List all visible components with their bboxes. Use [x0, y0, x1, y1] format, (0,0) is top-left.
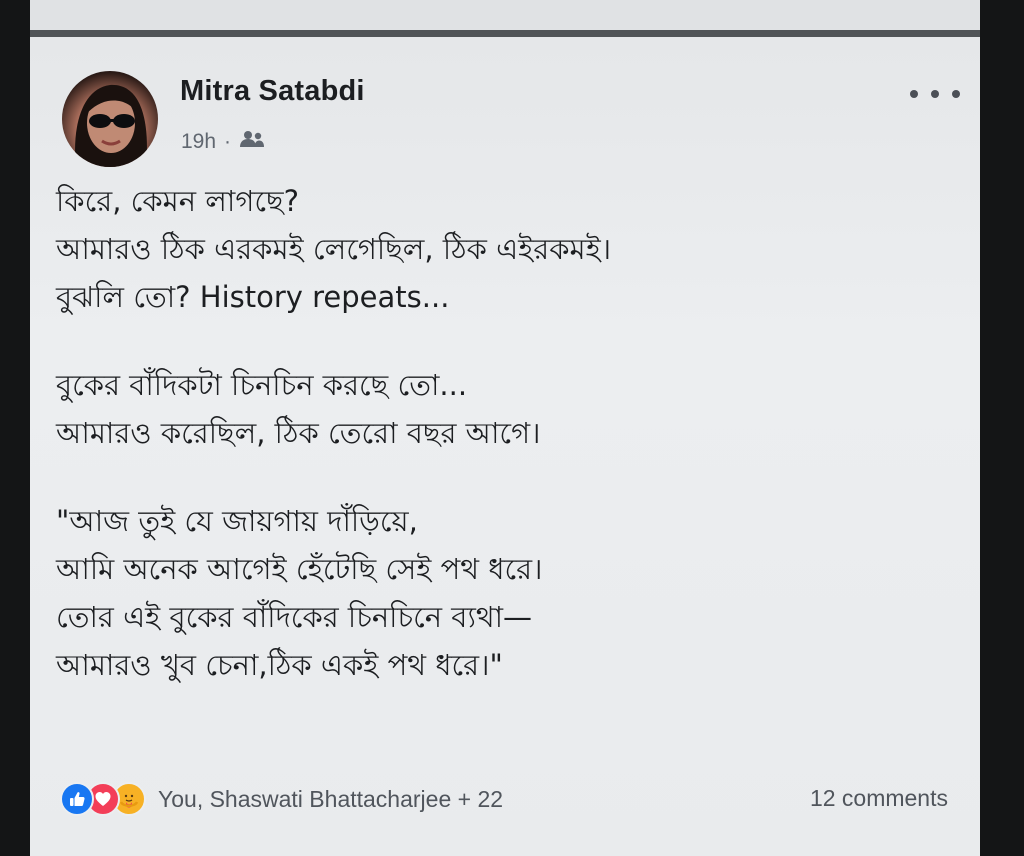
feed-post: Mitra Satabdi 19h · কিরে, কেমন লাগছে? আম…: [30, 37, 980, 856]
post-text-line: আমারও ঠিক এরকমই লেগেছিল, ঠিক এইরকমই।: [56, 232, 612, 266]
more-horizontal-icon: [910, 90, 918, 98]
previous-post-edge: [30, 0, 980, 30]
post-text-line: বুঝলি তো? History repeats...: [56, 280, 450, 314]
post-text-line: আমি অনেক আগেই হেঁটেছি সেই পথ ধরে।: [56, 552, 543, 586]
meta-separator: ·: [224, 130, 232, 153]
comments-count[interactable]: 12 comments: [810, 785, 948, 812]
like-icon: [60, 782, 94, 816]
post-text-line: কিরে, কেমন লাগছে?: [56, 184, 299, 218]
post-text: কিরে, কেমন লাগছে? আমারও ঠিক এরকমই লেগেছি…: [56, 177, 956, 689]
post-text-line: বুকের বাঁদিকটা চিনচিন করছে তো...: [56, 368, 468, 402]
post-time[interactable]: 19h: [181, 130, 216, 154]
reactions-text[interactable]: You, Shaswati Bhattacharjee + 22: [158, 786, 503, 813]
reaction-icons: [60, 782, 146, 816]
reactions-summary[interactable]: You, Shaswati Bhattacharjee + 22: [60, 782, 503, 816]
more-options-button[interactable]: [910, 81, 960, 107]
friends-icon: [239, 129, 265, 155]
post-text-line: আমারও করেছিল, ঠিক তেরো বছর আগে।: [56, 416, 541, 450]
post-text-line: আমারও খুব চেনা,ঠিক একই পথ ধরে।": [56, 648, 503, 682]
post-text-line: "আজ তুই যে জায়গায় দাঁড়িয়ে,: [56, 504, 418, 538]
author-name[interactable]: Mitra Satabdi: [180, 75, 365, 108]
post-meta: 19h ·: [181, 129, 265, 155]
feed-divider: [30, 30, 980, 37]
phone-screen: Mitra Satabdi 19h · কিরে, কেমন লাগছে? আম…: [30, 0, 980, 856]
post-text-line: তোর এই বুকের বাঁদিকের চিনচিনে ব্যথা—: [56, 600, 533, 634]
avatar[interactable]: [62, 71, 158, 167]
